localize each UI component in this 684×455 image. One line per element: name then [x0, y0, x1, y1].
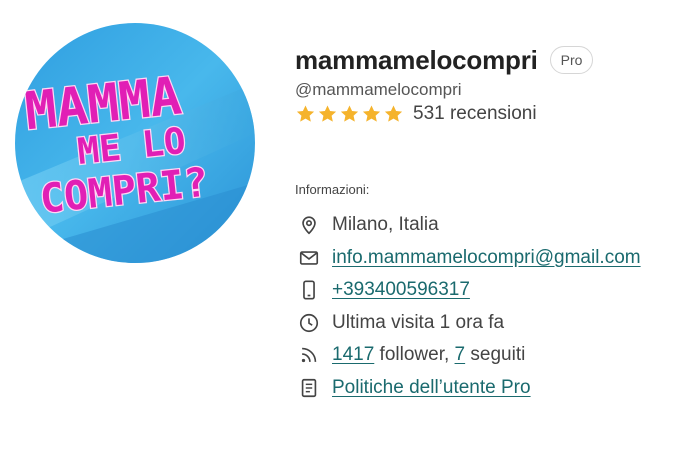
profile-avatar[interactable]: MAMMA ME LO COMPRI? — [15, 23, 255, 263]
star-icon — [384, 105, 403, 122]
policy-link[interactable]: Politiche dell’utente Pro — [332, 377, 531, 399]
info-last-visit: Ultima visita 1 ora fa — [295, 307, 680, 340]
info-email: info.mammamelocompri@gmail.com — [295, 242, 680, 275]
email-link[interactable]: info.mammamelocompri@gmail.com — [332, 247, 641, 269]
star-icon — [296, 105, 315, 122]
star-rating — [295, 104, 405, 124]
pro-badge: Pro — [549, 46, 594, 74]
last-visit-text: Ultima visita 1 ora fa — [332, 311, 505, 333]
following-link[interactable]: 7 — [455, 344, 466, 365]
avatar-image: MAMMA ME LO COMPRI? — [15, 23, 255, 263]
info-list: Milano, Italia info.mammamelocompri@gmai… — [295, 209, 680, 404]
phone-icon — [303, 280, 315, 300]
followers-link[interactable]: 1417 — [332, 344, 374, 365]
info-location: Milano, Italia — [295, 209, 680, 242]
info-section-title: Informazioni: — [295, 182, 370, 197]
location-text: Milano, Italia — [332, 214, 439, 236]
location-pin-icon — [302, 216, 316, 235]
star-icon — [362, 105, 381, 122]
clock-icon — [299, 313, 319, 332]
following-label: seguiti — [465, 344, 526, 366]
followers-line: 1417 follower, 7 seguiti — [332, 344, 525, 366]
followers-label: follower, — [374, 344, 455, 366]
name-row: mammamelocompri Pro — [295, 42, 680, 78]
reviews-count: 531 recensioni — [413, 103, 537, 124]
mail-icon — [299, 250, 319, 265]
profile-info: mammamelocompri Pro @mammamelocompri 531… — [295, 42, 680, 404]
phone-link[interactable]: +393400596317 — [332, 279, 470, 301]
rating-row[interactable]: 531 recensioni — [295, 103, 680, 125]
star-icon — [340, 105, 359, 122]
info-followers: 1417 follower, 7 seguiti — [295, 339, 680, 372]
info-policy: Politiche dell’utente Pro — [295, 372, 680, 405]
document-icon — [301, 378, 317, 397]
star-icon — [318, 105, 337, 122]
username: mammamelocompri — [295, 44, 538, 75]
rss-icon — [301, 348, 317, 363]
user-handle: @mammamelocompri — [295, 80, 462, 99]
info-phone: +393400596317 — [295, 274, 680, 307]
